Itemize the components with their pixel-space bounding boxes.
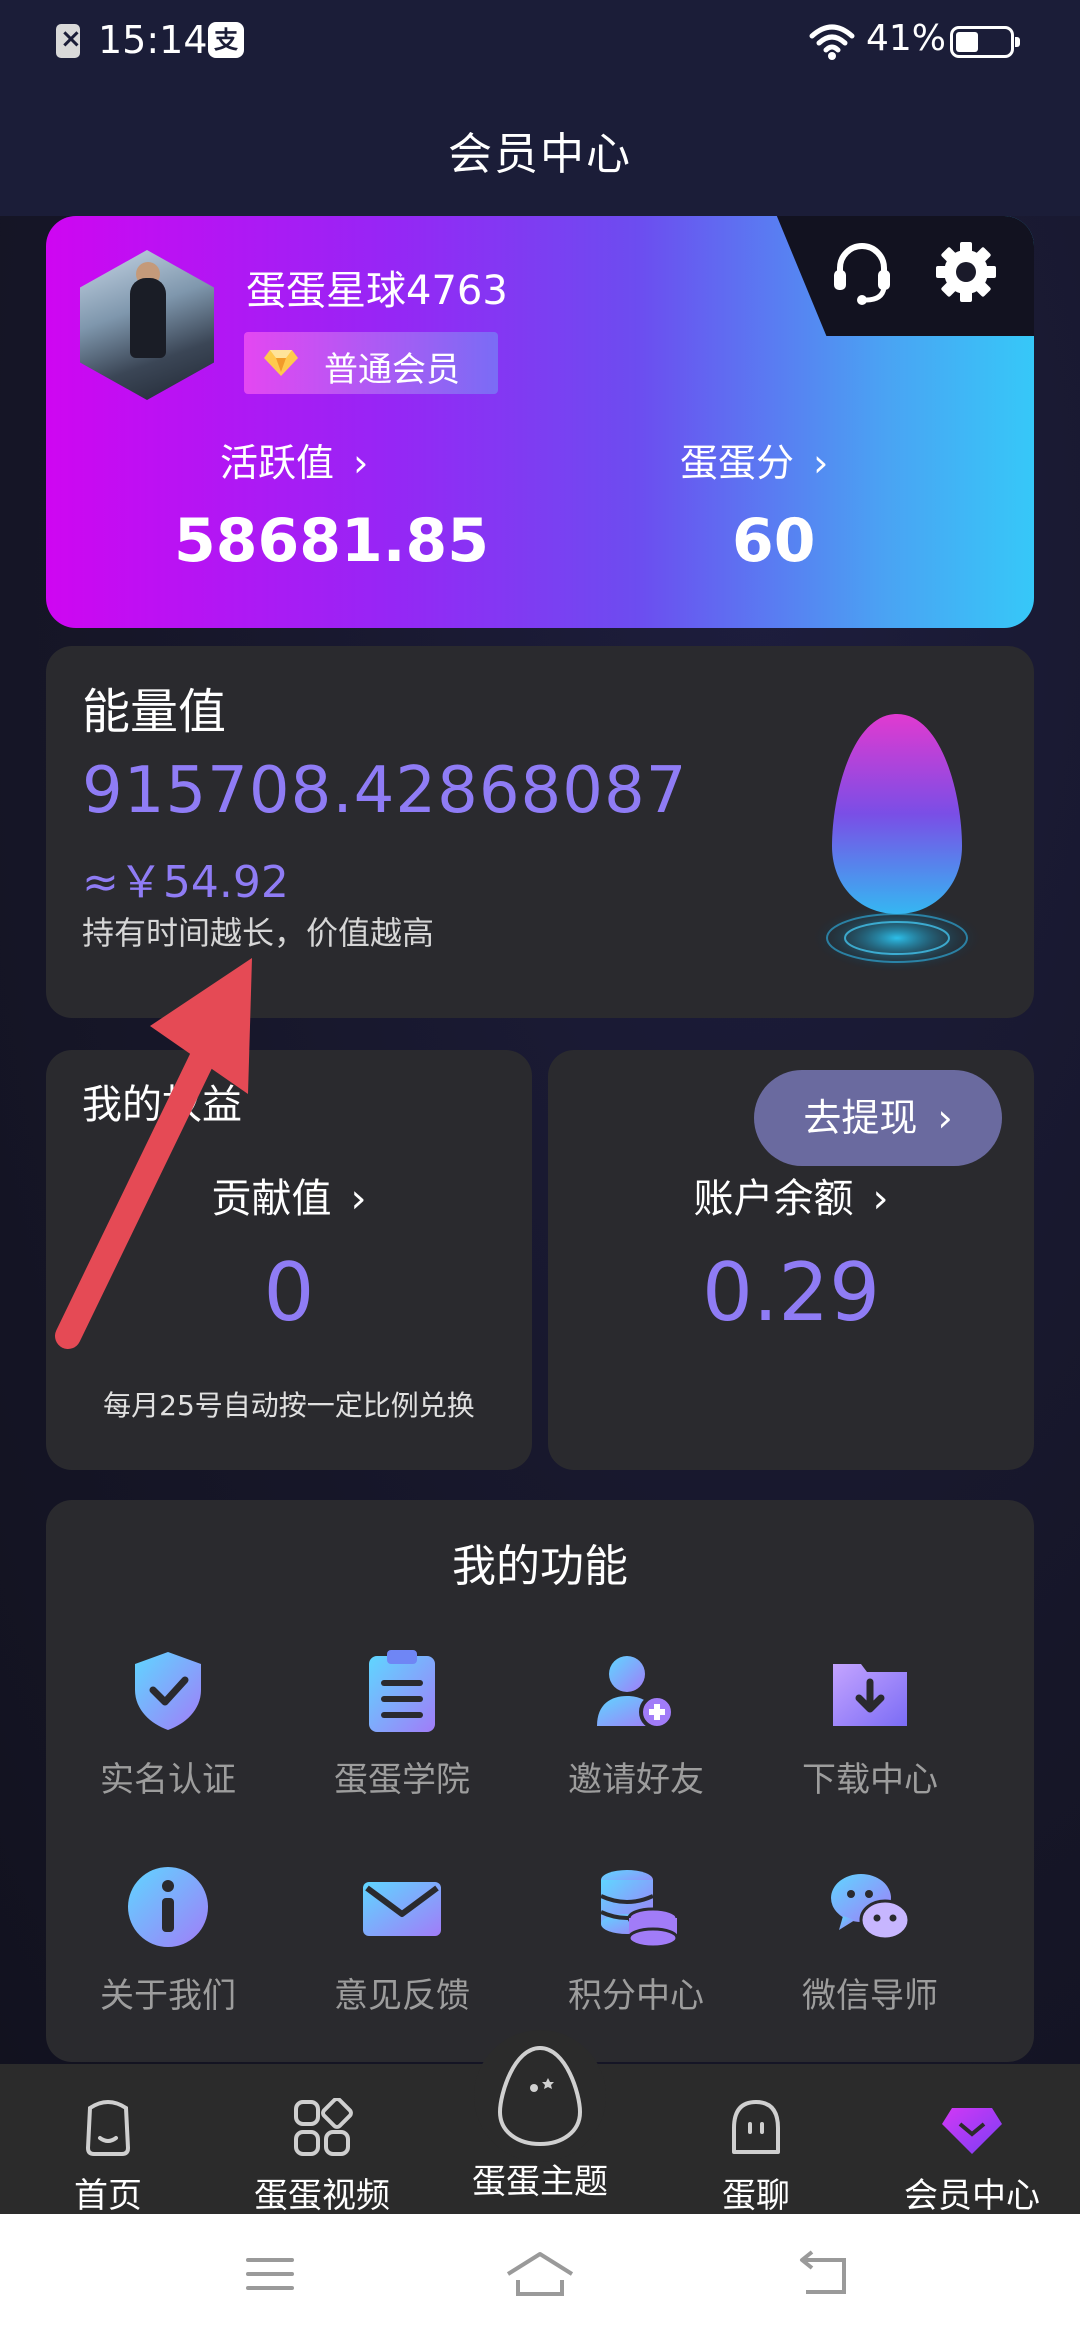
bottom-navigation: 首页 蛋蛋视频 蛋蛋主题 蛋聊 会员中心 [0, 2030, 1080, 2217]
balance-label: 账户余额 [693, 1176, 854, 1222]
nav-item-home[interactable]: 首页 [8, 2098, 208, 2217]
chevron-right-icon: › [350, 1176, 367, 1222]
wechat-icon [831, 1874, 911, 1941]
mail-icon [363, 1882, 441, 1936]
exchange-note: 每月25号自动按一定比例兑换 [103, 1389, 475, 1422]
chevron-right-icon: › [353, 441, 369, 485]
chevron-right-icon: › [813, 441, 829, 485]
activity-label: 活跃值 [220, 441, 335, 485]
function-label: 下载中心 [802, 1760, 938, 1800]
chevron-right-icon: › [937, 1096, 953, 1140]
gear-icon[interactable] [932, 238, 1000, 306]
nav-label: 蛋蛋视频 [254, 2176, 390, 2216]
member-level-badge[interactable]: 普通会员 [244, 332, 498, 394]
activity-link[interactable]: 活跃值 › [220, 432, 500, 487]
nav-item-chat[interactable]: 蛋聊 [656, 2098, 856, 2217]
page-title: 会员中心 [448, 129, 632, 180]
activity-value: 58681.85 [174, 506, 490, 576]
customer-service-icon[interactable] [828, 238, 896, 306]
energy-value: 915708.42868087 [82, 754, 688, 828]
egg-score-link[interactable]: 蛋蛋分 › [680, 432, 920, 487]
alipay-notification-icon: 支 [208, 22, 244, 58]
egg-icon [497, 2045, 583, 2147]
contribution-label: 贡献值 [211, 1176, 332, 1222]
no-sim-icon [56, 24, 82, 58]
function-label: 邀请好友 [568, 1760, 704, 1800]
function-points[interactable]: 积分中心 [516, 1862, 756, 2017]
function-label: 微信导师 [802, 1976, 938, 2016]
wifi-icon [809, 24, 855, 60]
egg-score-label: 蛋蛋分 [680, 441, 795, 485]
function-academy[interactable]: 蛋蛋学院 [282, 1646, 522, 1801]
egg-score-value: 60 [732, 506, 816, 576]
egg-illustration-icon [813, 714, 981, 972]
energy-card[interactable]: 能量值 915708.42868087 ≈￥54.92 持有时间越长，价值越高 [46, 646, 1034, 1018]
function-label: 蛋蛋学院 [334, 1760, 470, 1800]
nav-item-member-center[interactable]: 会员中心 [872, 2098, 1072, 2217]
coins-icon [600, 1870, 679, 1949]
energy-title: 能量值 [82, 684, 227, 740]
menu-icon[interactable] [244, 2254, 296, 2294]
status-bar: 15:14 支 41% [0, 0, 1080, 86]
status-time: 15:14 [98, 18, 208, 62]
info-icon [128, 1867, 208, 1947]
clipboard-icon [369, 1650, 435, 1732]
balance-link[interactable]: 账户余额 › [548, 1166, 1034, 1224]
back-icon[interactable] [796, 2250, 852, 2298]
grid-icon [294, 2097, 353, 2156]
functions-card: 我的功能 实名认证 蛋蛋学院 邀请好友 下载中心 关于我们 意见反馈 积分中心 … [46, 1500, 1034, 2062]
battery-percent: 41% [866, 18, 947, 59]
top-header: 会员中心 [0, 86, 1080, 216]
nav-item-themes[interactable]: 蛋蛋主题 [440, 2044, 640, 2203]
member-level-label: 普通会员 [324, 350, 460, 390]
function-real-name[interactable]: 实名认证 [48, 1646, 288, 1801]
function-label: 实名认证 [100, 1760, 236, 1800]
profile-card: 蛋蛋星球4763 普通会员 活跃值 › 58681.85 蛋蛋分 › 60 [46, 216, 1034, 628]
vip-diamond-icon [942, 2108, 1002, 2154]
nav-item-videos[interactable]: 蛋蛋视频 [222, 2097, 422, 2217]
battery-icon [950, 26, 1020, 58]
function-label: 积分中心 [568, 1976, 704, 2016]
withdraw-label: 去提现 [803, 1096, 918, 1140]
add-user-icon [597, 1656, 675, 1730]
energy-cny-equivalent: ≈￥54.92 [82, 857, 289, 908]
nav-label: 蛋蛋主题 [472, 2162, 608, 2202]
function-about[interactable]: 关于我们 [48, 1862, 288, 2017]
username: 蛋蛋星球4763 [246, 268, 508, 314]
functions-title: 我的功能 [452, 1541, 628, 1592]
function-label: 意见反馈 [334, 1976, 470, 2016]
benefits-card: 我的权益 贡献值 › 0 每月25号自动按一定比例兑换 [46, 1050, 532, 1470]
function-invite[interactable]: 邀请好友 [516, 1646, 756, 1801]
diamond-icon [264, 350, 298, 376]
shield-check-icon [135, 1652, 201, 1730]
download-folder-icon [833, 1664, 907, 1726]
withdraw-button[interactable]: 去提现 › [754, 1070, 1002, 1166]
nav-label: 首页 [74, 2176, 142, 2216]
function-feedback[interactable]: 意见反馈 [282, 1862, 522, 2017]
contribution-link[interactable]: 贡献值 › [46, 1166, 532, 1224]
home-icon [85, 2100, 131, 2156]
avatar[interactable] [80, 250, 214, 400]
function-download[interactable]: 下载中心 [750, 1646, 990, 1801]
function-label: 关于我们 [100, 1976, 236, 2016]
energy-hint: 持有时间越长，价值越高 [82, 914, 435, 952]
system-navigation-bar [0, 2214, 1080, 2340]
balance-value: 0.29 [701, 1246, 881, 1339]
chat-face-icon [732, 2100, 780, 2154]
balance-card: 去提现 › 账户余额 › 0.29 [548, 1050, 1034, 1470]
chevron-right-icon: › [872, 1176, 889, 1222]
nav-label: 会员中心 [904, 2176, 1040, 2216]
contribution-value: 0 [263, 1246, 315, 1339]
nav-label: 蛋聊 [722, 2176, 790, 2216]
function-wechat-mentor[interactable]: 微信导师 [750, 1862, 990, 2017]
benefits-title: 我的权益 [82, 1082, 242, 1128]
home-button-icon[interactable] [504, 2250, 576, 2298]
